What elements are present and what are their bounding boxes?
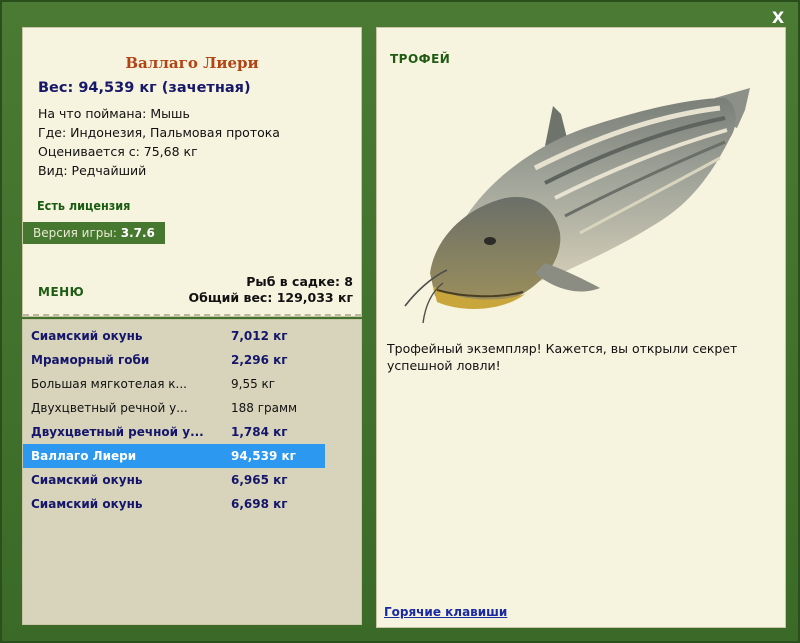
fish-title: Валлаго Лиери (125, 54, 259, 72)
keepnet-count: Рыб в садке: 8 (246, 274, 353, 289)
fish-row-weight: 2,296 кг (231, 353, 288, 367)
trophy-text: Трофейный экземпляр! Кажется, вы открыли… (387, 341, 738, 373)
catch-min-weight: Оценивается с: 75,68 кг (38, 144, 198, 159)
catch-info-panel: Валлаго Лиери Вес: 94,539 кг (зачетная) … (22, 27, 362, 317)
close-button[interactable]: X (768, 8, 788, 28)
fish-row-weight: 188 грамм (231, 401, 298, 415)
catch-details: На что поймана: Мышь Где: Индонезия, Пал… (38, 104, 280, 180)
fish-list-row[interactable]: Двухцветный речной у... 188 грамм (23, 396, 325, 420)
hotkeys-link[interactable]: Горячие клавиши (384, 605, 507, 619)
version-label: Версия игры: (33, 226, 117, 240)
fish-list-row[interactable]: Сиамский окунь 7,012 кг (23, 324, 325, 348)
trophy-panel: ТРОФЕЙ Трофейный экземпляр! Кажется, вы … (376, 27, 786, 628)
fish-list-row[interactable]: Сиамский окунь 6,965 кг (23, 468, 325, 492)
fish-list-row[interactable]: Сиамский окунь 6,698 кг (23, 492, 325, 516)
version-value: 3.7.6 (120, 226, 155, 240)
fish-list-row[interactable]: Мраморный гоби 2,296 кг (23, 348, 325, 372)
keepnet-summary: Рыб в садке: 8 Общий вес: 129,033 кг (189, 274, 354, 306)
fish-row-name: Двухцветный речной у... (31, 401, 188, 415)
catch-bait: На что поймана: Мышь (38, 106, 190, 121)
fish-row-weight: 6,965 кг (231, 473, 288, 487)
fish-row-weight: 7,012 кг (231, 329, 288, 343)
trophy-label: ТРОФЕЙ (390, 52, 451, 66)
fish-row-name: Сиамский окунь (31, 329, 143, 343)
dialog-frame: X Валлаго Лиери Вес: 94,539 кг (зачетная… (0, 0, 800, 643)
fish-list-row[interactable]: Двухцветный речной у... 1,784 кг (23, 420, 325, 444)
fish-row-weight: 9,55 кг (231, 377, 276, 391)
fish-row-weight: 1,784 кг (231, 425, 288, 439)
keepnet-list-panel: Сиамский окунь 7,012 кг Мраморный гоби 2,29… (22, 319, 362, 625)
fish-list-row[interactable]: Большая мягкотелая к... 9,55 кг (23, 372, 325, 396)
divider (23, 314, 361, 316)
catfish-image (404, 88, 750, 324)
fish-list: Сиамский окунь 7,012 кг Мраморный гоби 2,29… (23, 324, 325, 516)
fish-row-name: Валлаго Лиери (31, 449, 137, 463)
catch-location: Где: Индонезия, Пальмовая протока (38, 125, 280, 140)
keepnet-total-weight: Общий вес: 129,033 кг (188, 290, 354, 305)
catch-rarity: Вид: Редчайший (38, 163, 147, 178)
fish-weight: Вес: 94,539 кг (зачетная) (38, 80, 251, 96)
fish-row-weight: 94,539 кг (231, 449, 296, 463)
fish-row-name: Сиамский окунь (31, 473, 143, 487)
license-status: Есть лицензия (37, 198, 131, 213)
fish-row-weight: 6,698 кг (231, 497, 288, 511)
menu-button[interactable]: МЕНЮ (38, 285, 84, 299)
fish-row-name: Большая мягкотелая к... (31, 377, 187, 391)
fish-list-row[interactable]: Валлаго Лиери 94,539 кг (23, 444, 325, 468)
fish-row-name: Мраморный гоби (31, 353, 150, 367)
fish-row-name: Двухцветный речной у... (31, 425, 204, 439)
fish-row-name: Сиамский окунь (31, 497, 143, 511)
version-bar: Версия игры: 3.7.6 (23, 222, 165, 244)
